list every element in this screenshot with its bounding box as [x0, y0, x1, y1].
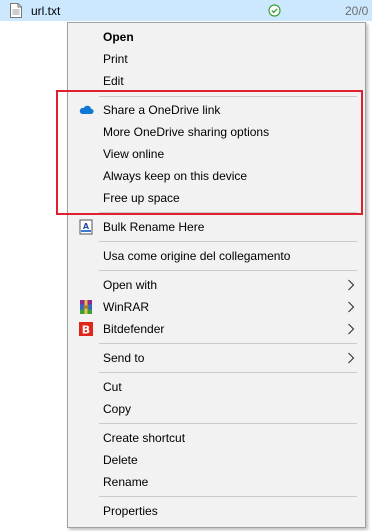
menu-item-print[interactable]: Print — [68, 48, 365, 70]
menu-item-label: View online — [103, 147, 165, 161]
bitdefender-icon: B — [79, 322, 93, 337]
menu-item-always-keep[interactable]: Always keep on this device — [68, 165, 365, 187]
menu-item-label: Free up space — [103, 191, 180, 205]
menu-item-free-up-space[interactable]: Free up space — [68, 187, 365, 209]
menu-separator — [99, 270, 357, 271]
menu-item-label: Open with — [103, 278, 158, 292]
menu-item-label: Properties — [103, 504, 158, 518]
menu-item-label: Copy — [103, 402, 132, 416]
menu-item-label: Send to — [103, 351, 145, 365]
menu-item-properties[interactable]: Properties — [68, 500, 365, 522]
menu-item-label: Rename — [103, 475, 149, 489]
menu-item-create-shortcut[interactable]: Create shortcut — [68, 427, 365, 449]
file-date: 20/0 — [345, 4, 369, 18]
menu-item-bulk-rename[interactable]: A Bulk Rename Here — [68, 216, 365, 238]
menu-item-label: Create shortcut — [103, 431, 186, 445]
chevron-right-icon — [348, 279, 355, 291]
menu-separator — [99, 496, 357, 497]
menu-separator — [99, 96, 357, 97]
menu-item-more-onedrive-sharing[interactable]: More OneDrive sharing options — [68, 121, 365, 143]
bulk-rename-icon: A — [79, 219, 93, 235]
menu-separator — [99, 343, 357, 344]
winrar-icon — [80, 300, 92, 314]
menu-item-rename[interactable]: Rename — [68, 471, 365, 493]
context-menu: Open Print Edit Share a OneDrive link Mo… — [67, 22, 366, 528]
menu-item-copy[interactable]: Copy — [68, 398, 365, 420]
menu-item-label: Delete — [103, 453, 138, 467]
menu-item-open[interactable]: Open — [68, 26, 365, 48]
menu-item-open-with[interactable]: Open with — [68, 274, 365, 296]
file-name: url.txt — [31, 4, 61, 18]
menu-separator — [99, 212, 357, 213]
svg-text:A: A — [83, 222, 90, 231]
menu-item-label: More OneDrive sharing options — [103, 125, 270, 139]
menu-separator — [99, 241, 357, 242]
menu-item-usa-come-origine[interactable]: Usa come origine del collegamento — [68, 245, 365, 267]
menu-item-label: Cut — [103, 380, 122, 394]
menu-item-edit[interactable]: Edit — [68, 70, 365, 92]
menu-item-share-onedrive-link[interactable]: Share a OneDrive link — [68, 99, 365, 121]
menu-item-label: Open — [103, 30, 134, 44]
menu-separator — [99, 372, 357, 373]
onedrive-cloud-icon — [79, 105, 94, 114]
menu-item-label: Share a OneDrive link — [103, 103, 221, 117]
chevron-right-icon — [348, 323, 355, 335]
menu-item-winrar[interactable]: WinRAR — [68, 296, 365, 318]
menu-item-bitdefender[interactable]: B Bitdefender — [68, 318, 365, 340]
menu-item-delete[interactable]: Delete — [68, 449, 365, 471]
chevron-right-icon — [348, 301, 355, 313]
file-icon — [10, 3, 22, 18]
menu-item-cut[interactable]: Cut — [68, 376, 365, 398]
menu-item-view-online[interactable]: View online — [68, 143, 365, 165]
menu-item-label: Always keep on this device — [103, 169, 248, 183]
menu-separator — [99, 423, 357, 424]
menu-item-label: Print — [103, 52, 128, 66]
menu-item-label: Edit — [103, 74, 124, 88]
file-row-url-txt[interactable]: url.txt 20/0 — [0, 0, 372, 21]
menu-item-label: Bitdefender — [103, 322, 165, 336]
chevron-right-icon — [348, 352, 355, 364]
svg-text:B: B — [82, 324, 90, 337]
menu-item-send-to[interactable]: Send to — [68, 347, 365, 369]
menu-item-label: Bulk Rename Here — [103, 220, 205, 234]
check-circle-icon — [268, 4, 281, 17]
menu-item-label: Usa come origine del collegamento — [103, 249, 291, 263]
menu-item-label: WinRAR — [103, 300, 150, 314]
